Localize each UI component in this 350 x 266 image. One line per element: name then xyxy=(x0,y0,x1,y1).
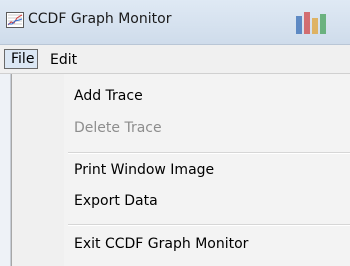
window-title: CCDF Graph Monitor xyxy=(28,11,172,27)
title-bar[interactable]: CCDF Graph Monitor xyxy=(0,0,350,45)
menu-file[interactable]: File xyxy=(4,49,38,69)
left-window-strip xyxy=(0,74,11,266)
menu-separator xyxy=(68,224,350,226)
menu-item-delete-trace: Delete Trace xyxy=(74,120,162,136)
app-window: CCDF Graph Monitor File Edit Add Trace D… xyxy=(0,0,350,266)
menu-item-exit[interactable]: Exit CCDF Graph Monitor xyxy=(74,236,248,252)
menu-item-print-window-image[interactable]: Print Window Image xyxy=(74,162,214,178)
file-menu-dropdown: Add Trace Delete Trace Print Window Imag… xyxy=(11,74,350,266)
menu-item-add-trace[interactable]: Add Trace xyxy=(74,88,143,104)
menu-edit-label: Edit xyxy=(50,52,78,68)
menu-icon-gutter xyxy=(12,74,64,266)
graph-icon xyxy=(6,12,24,28)
menu-edit[interactable]: Edit xyxy=(46,49,81,69)
menu-file-label: File xyxy=(11,51,35,67)
colorful-bars-icon xyxy=(296,12,326,34)
menu-bar: File Edit xyxy=(0,45,350,74)
menu-separator xyxy=(68,152,350,154)
menu-item-export-data[interactable]: Export Data xyxy=(74,193,158,209)
